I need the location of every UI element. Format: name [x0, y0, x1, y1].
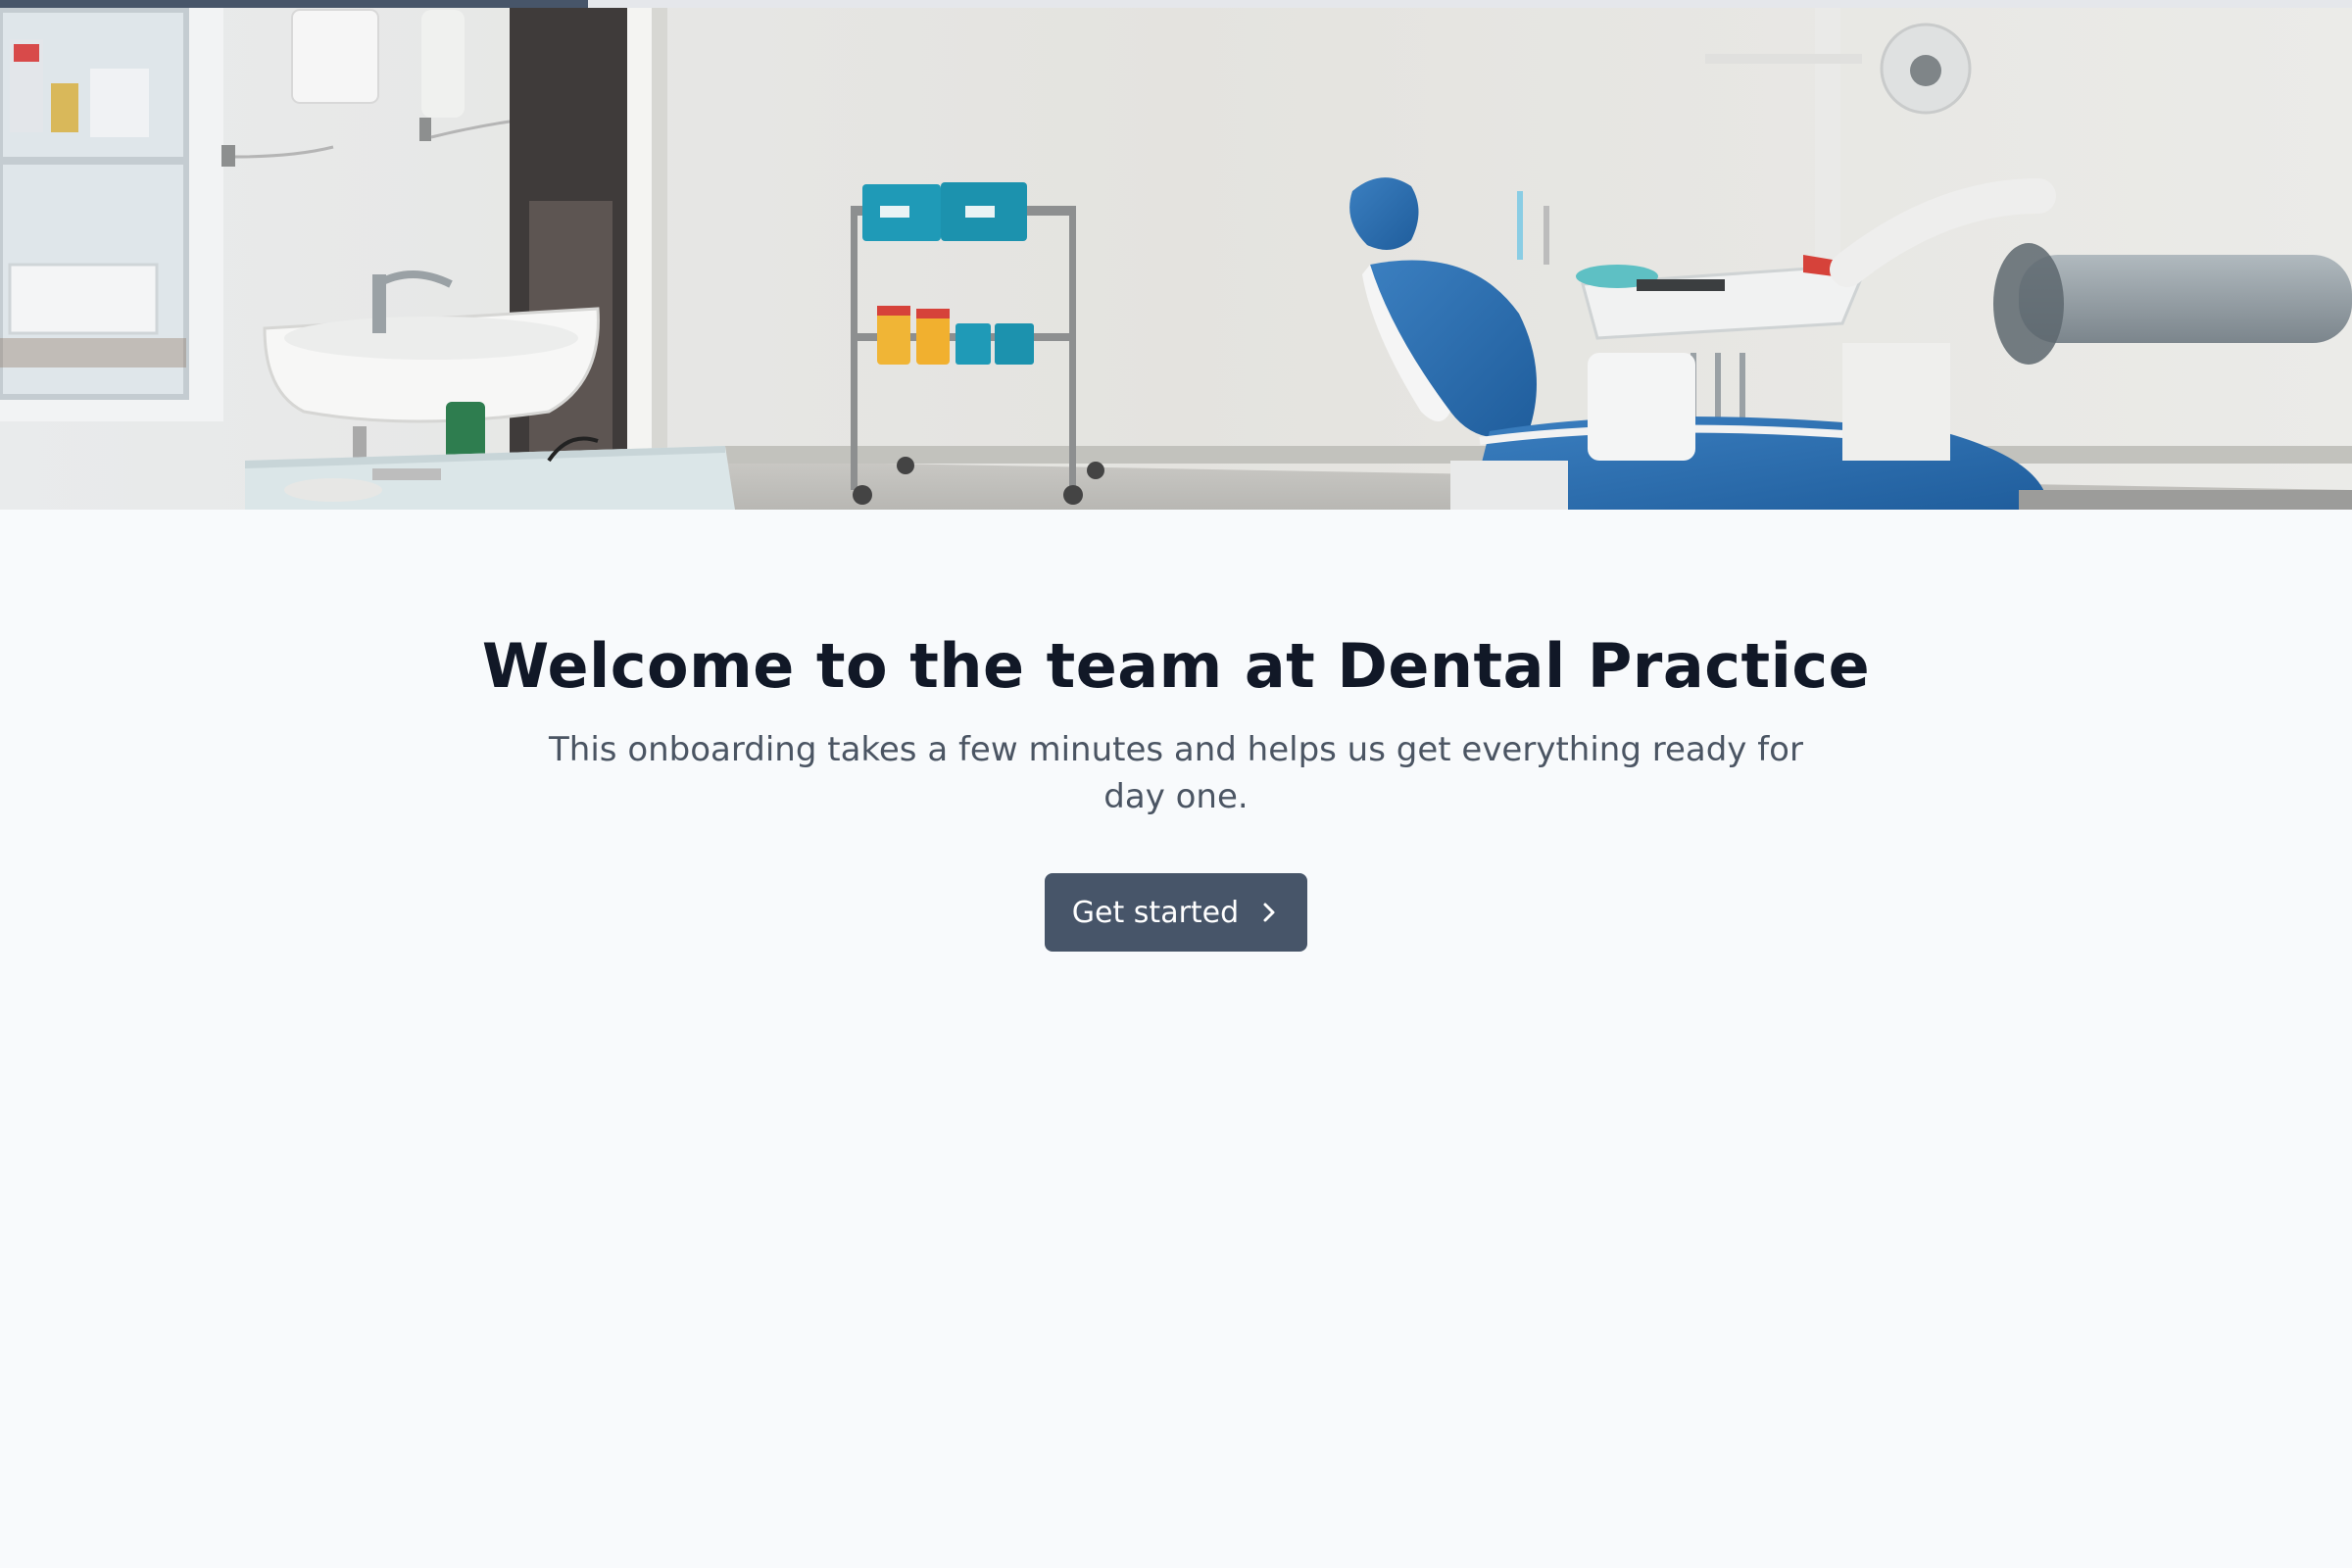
onboarding-progress-bar [0, 0, 2352, 8]
welcome-title: Welcome to the team at Dental Practice [481, 630, 1871, 702]
dental-room-illustration [0, 0, 2352, 510]
chevron-right-icon [1258, 902, 1280, 923]
get-started-label: Get started [1071, 895, 1240, 930]
onboarding-progress-fill [0, 0, 588, 8]
welcome-section: Welcome to the team at Dental Practice T… [0, 510, 2352, 953]
hero-image [0, 0, 2352, 510]
get-started-button[interactable]: Get started [1045, 873, 1307, 953]
welcome-subtitle: This onboarding takes a few minutes and … [549, 730, 1803, 817]
